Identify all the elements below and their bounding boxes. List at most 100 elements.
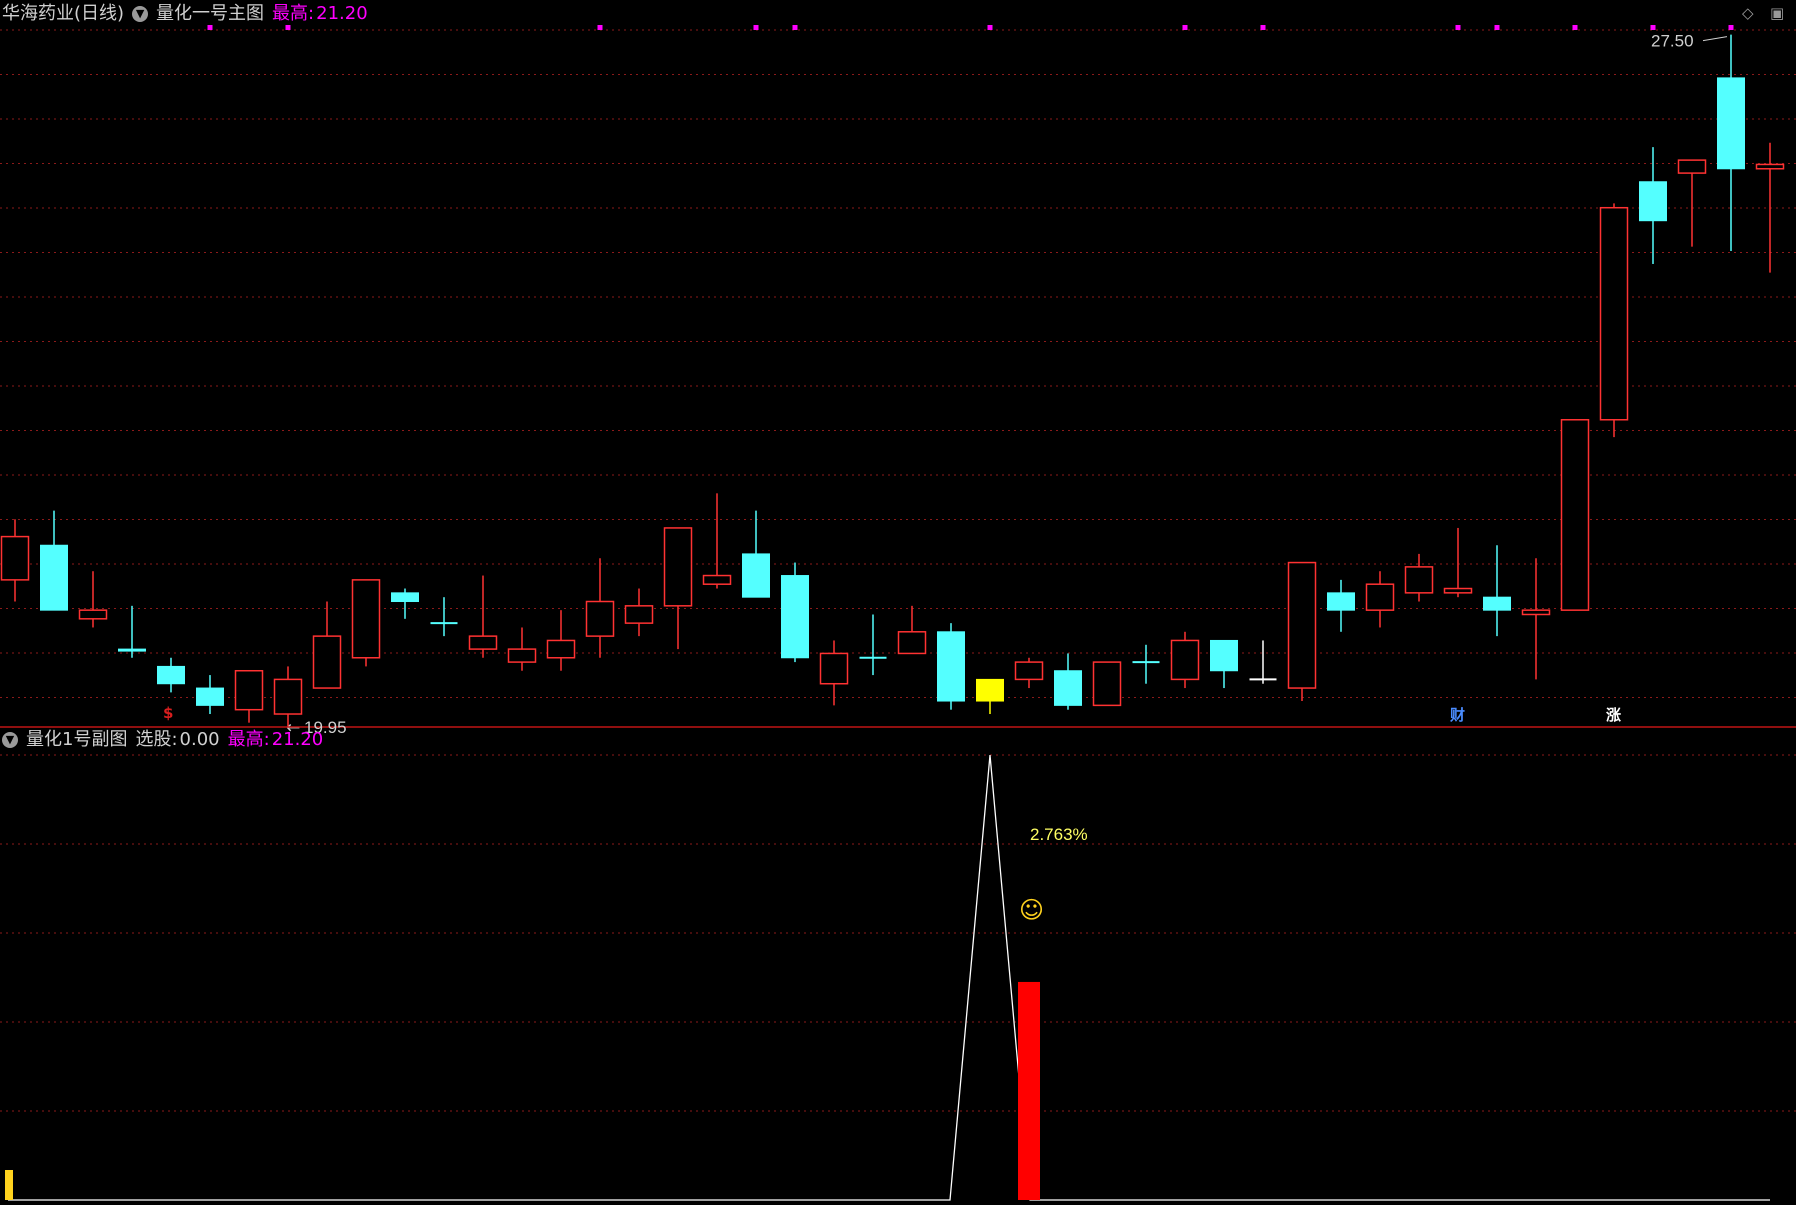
select-label: 选股: [135,729,178,750]
candle-body [1483,596,1511,611]
main-indicator-name[interactable]: 量化一号主图 [156,2,264,26]
chevron-down-icon[interactable]: ▼ [132,6,149,22]
candle-body [351,579,381,659]
candle-body [937,631,965,702]
candle[interactable] [1599,203,1629,438]
candle-body [1287,561,1317,689]
candle-body [40,544,68,611]
smiley-icon: ☺ [1019,896,1045,924]
candle-series[interactable]: ← [0,34,1785,738]
candle[interactable] [430,597,458,637]
magenta-dot [987,25,993,30]
candle[interactable] [1365,571,1395,628]
magenta-dot [1182,25,1188,30]
candle[interactable] [157,657,185,693]
candle-body [1677,159,1707,174]
candle[interactable] [1443,527,1473,598]
candle-body [1054,670,1082,706]
candle[interactable] [585,558,615,658]
candle[interactable] [391,588,419,619]
candle-body [157,665,185,685]
sub-chart-header: ▼ 量化1号副图 选股: 0.00 最高: 21.20 [2,728,331,752]
candle[interactable] [1483,545,1511,637]
left-marker [5,1170,13,1200]
candle[interactable] [1132,644,1160,684]
candle-body [1717,77,1745,170]
candle[interactable] [663,527,693,650]
candle-body [273,678,303,715]
candle-body [1755,163,1785,170]
magenta-dot [792,25,798,30]
candle[interactable] [234,669,264,723]
candle[interactable] [468,575,498,658]
candle-body [1639,181,1667,222]
candle-body [819,652,849,685]
candle[interactable] [1287,561,1317,702]
candle-body [781,575,809,659]
candle[interactable] [546,610,576,671]
candle[interactable] [1717,34,1745,251]
candle[interactable] [351,579,381,667]
candle[interactable] [1249,640,1277,684]
candle[interactable] [1327,579,1355,632]
candle-body [312,635,342,689]
candle[interactable] [1521,558,1551,680]
candle[interactable] [976,678,1004,715]
candle[interactable] [1404,553,1434,602]
candle[interactable] [78,571,108,628]
candle[interactable] [118,605,146,658]
magenta-dot [753,25,759,30]
sub-high-value: 21.20 [271,729,324,750]
candle-body [468,635,498,650]
magenta-dot [1455,25,1461,30]
candle-body [1560,419,1590,611]
max-price-pointer [1702,36,1728,42]
candle[interactable] [1639,147,1667,264]
candle[interactable] [1014,657,1044,689]
candle[interactable] [859,614,887,676]
candle-body [546,639,576,659]
candle[interactable] [1755,142,1785,273]
magenta-dot [1494,25,1500,30]
candle-body [78,609,108,620]
candle-body [585,600,615,637]
candle[interactable] [1092,661,1122,707]
candle[interactable] [937,623,965,710]
candlestick-chart[interactable]: ← 27.50 19.95 2.763% [0,0,1796,1205]
candle[interactable] [312,601,342,689]
candle-body [1327,592,1355,611]
candle[interactable] [40,510,68,611]
marker-label: $ [163,704,174,722]
marker-label: 涨 [1606,706,1622,724]
spike-line [8,754,1770,1201]
candle[interactable] [1210,639,1238,689]
candle[interactable] [1560,419,1590,611]
candle[interactable] [624,588,654,637]
candle[interactable] [0,519,30,602]
candle[interactable] [507,627,537,671]
candle[interactable] [196,675,224,715]
stock-title[interactable]: 华海药业(日线) [2,2,124,26]
candle[interactable] [781,562,809,663]
candle[interactable] [819,640,849,706]
candle[interactable] [702,493,732,589]
signal-bar [1018,981,1040,1200]
candle-body [1404,566,1434,594]
candle[interactable] [742,510,770,598]
candle-body [702,574,732,585]
magenta-dot [1728,25,1734,30]
chevron-down-icon[interactable]: ▼ [2,732,18,748]
main-chart-header: 华海药业(日线) ▼ 量化一号主图 最高: 21.20 [2,2,376,26]
diamond-icon[interactable]: ◇ [1742,4,1754,22]
candle[interactable] [1170,631,1200,689]
candle[interactable] [1677,159,1707,247]
window-restore-icon[interactable]: ▣ [1770,4,1784,22]
sub-chart[interactable] [5,754,1770,1201]
sub-indicator-name[interactable]: 量化1号副图 [26,728,127,752]
candle-body [976,678,1004,702]
candle[interactable] [897,605,927,655]
candle-body [1365,583,1395,611]
candle[interactable] [1054,653,1082,710]
candle-body [196,687,224,706]
candle-body [1443,587,1473,594]
